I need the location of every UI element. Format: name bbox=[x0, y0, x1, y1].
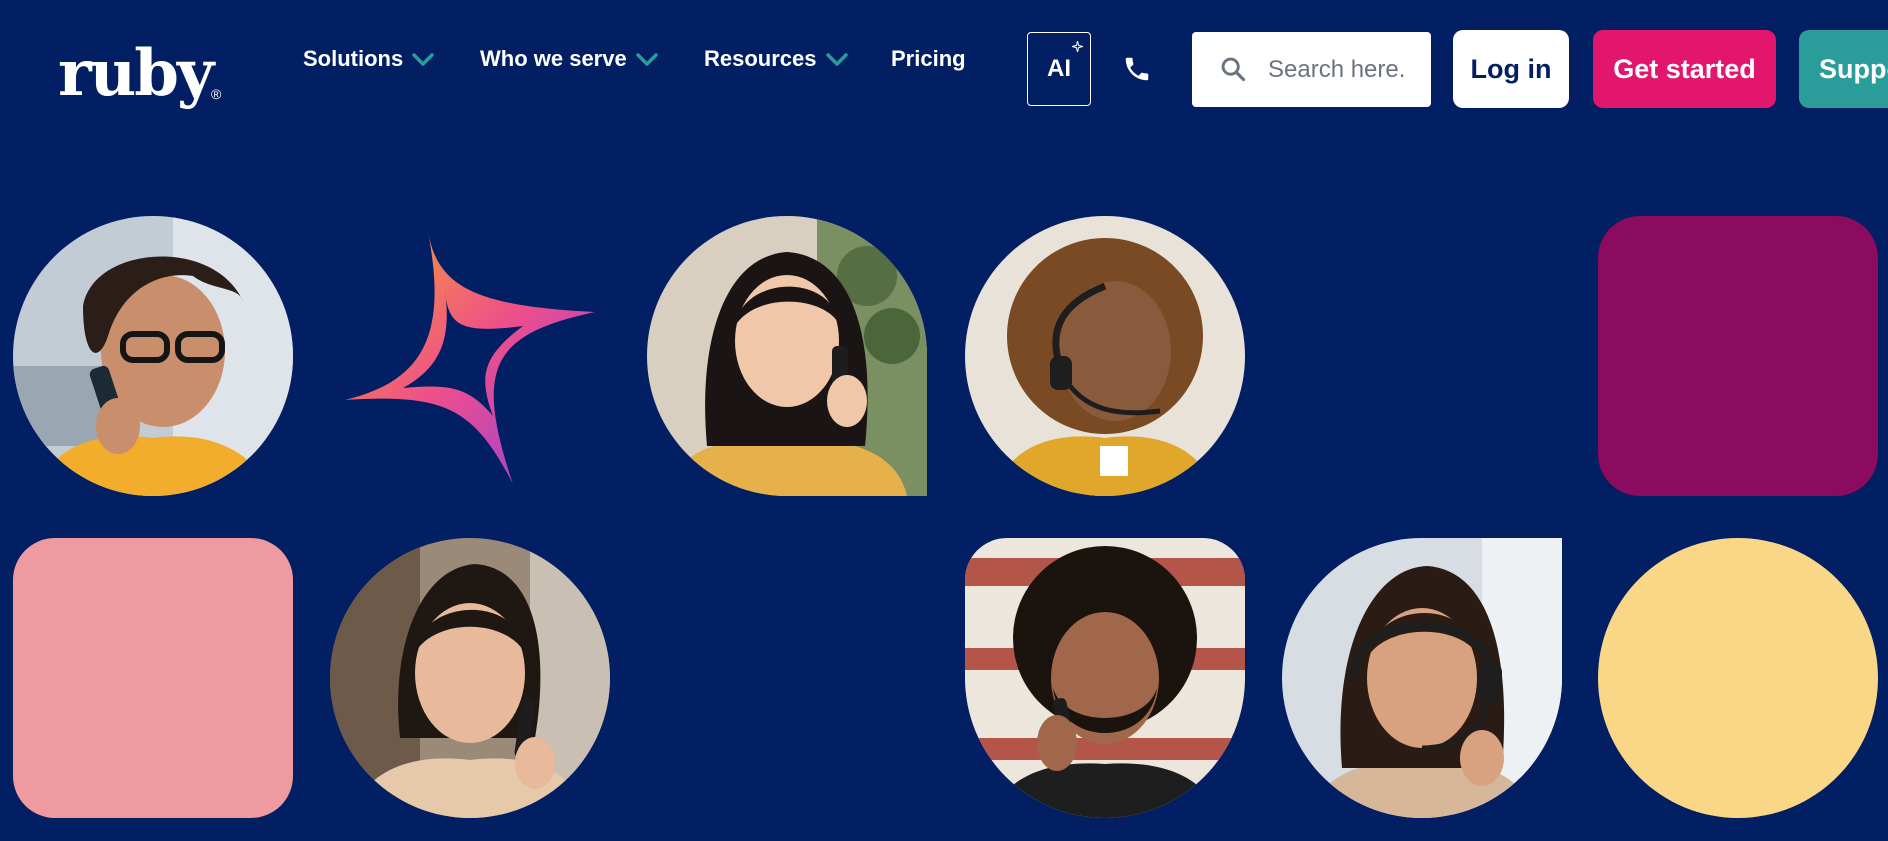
search-icon bbox=[1221, 57, 1246, 82]
ai-label: AI bbox=[1047, 55, 1071, 82]
pink-color-block bbox=[13, 538, 293, 818]
login-button[interactable]: Log in bbox=[1453, 30, 1569, 108]
phone-icon[interactable] bbox=[1122, 54, 1152, 84]
chevron-down-icon bbox=[635, 53, 658, 66]
sparkle-icon bbox=[1072, 41, 1083, 52]
nav-who-we-serve[interactable]: Who we serve bbox=[480, 46, 659, 72]
nav-label: Pricing bbox=[891, 46, 966, 71]
yellow-color-circle bbox=[1598, 538, 1878, 818]
photo-woman-glasses-phone bbox=[13, 216, 293, 496]
support-button[interactable]: Support bbox=[1799, 30, 1888, 108]
photo-woman-smiling-phone bbox=[330, 538, 610, 818]
nav-label: Who we serve bbox=[480, 46, 627, 71]
nav-label: Resources bbox=[704, 46, 817, 71]
photo-woman-headset-smiling bbox=[1282, 538, 1562, 818]
nav-solutions[interactable]: Solutions bbox=[303, 46, 435, 72]
logo-wordmark[interactable]: ruby bbox=[58, 42, 214, 106]
chevron-down-icon bbox=[825, 53, 848, 66]
get-started-button[interactable]: Get started bbox=[1593, 30, 1776, 108]
chevron-down-icon bbox=[412, 53, 434, 66]
nav-resources[interactable]: Resources bbox=[704, 46, 849, 72]
ai-button[interactable]: AI bbox=[1027, 32, 1091, 106]
photo-woman-headset bbox=[965, 216, 1245, 496]
nav-pricing[interactable]: Pricing bbox=[891, 46, 966, 72]
plum-color-block bbox=[1598, 216, 1878, 496]
registered-mark: ® bbox=[211, 86, 222, 102]
photo-man-laughing-phone bbox=[965, 538, 1245, 818]
search-input[interactable] bbox=[1268, 32, 1428, 107]
nav-label: Solutions bbox=[303, 46, 404, 71]
search-box[interactable] bbox=[1192, 32, 1431, 107]
star-logo-icon bbox=[333, 216, 613, 496]
photo-woman-phone bbox=[647, 216, 927, 496]
